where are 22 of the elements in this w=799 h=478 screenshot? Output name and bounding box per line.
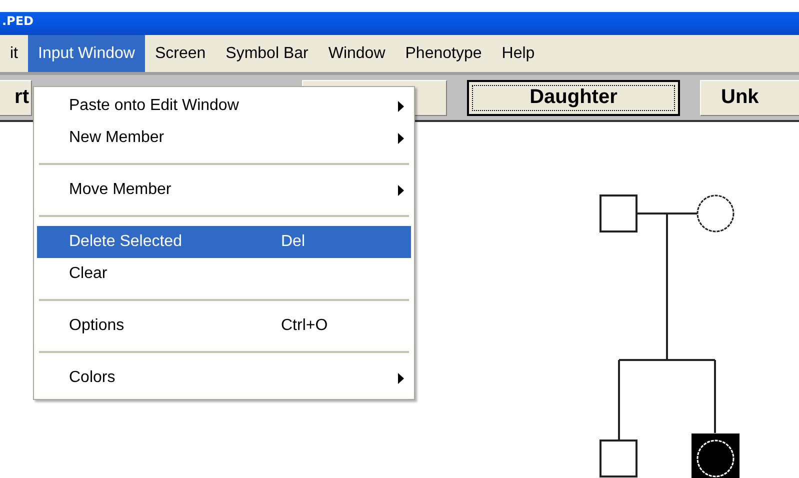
menu-item[interactable]: Delete Selected Del (37, 226, 411, 258)
menu-item[interactable]: Clear (37, 258, 411, 290)
toolbar-button[interactable]: Daughter (467, 80, 680, 116)
menu-item[interactable]: Move Member (37, 174, 411, 206)
female-symbol[interactable] (692, 434, 740, 478)
male-symbol[interactable] (600, 194, 638, 232)
toolbar-button[interactable]: rt (0, 80, 32, 116)
window-title: .PED (1, 14, 34, 28)
menu-item[interactable]: Paste onto Edit Window (37, 90, 411, 122)
menu-item[interactable]: Colors (37, 362, 411, 394)
male-symbol[interactable] (600, 440, 638, 478)
menu-item[interactable]: New Member (37, 122, 411, 154)
menu-item[interactable]: Window (318, 35, 396, 72)
toolbar-button[interactable]: Unk (700, 80, 799, 116)
menu-item[interactable]: it (0, 35, 28, 72)
menu-item[interactable]: Symbol Bar (216, 35, 318, 72)
menu-item[interactable]: Options Ctrl+O (37, 310, 411, 342)
female-symbol[interactable] (696, 194, 734, 232)
menu-item[interactable]: Phenotype (395, 35, 492, 72)
menu-item[interactable]: Input Window (28, 35, 145, 72)
menu-item[interactable]: Screen (144, 35, 216, 72)
menu-item[interactable]: Help (492, 35, 545, 72)
